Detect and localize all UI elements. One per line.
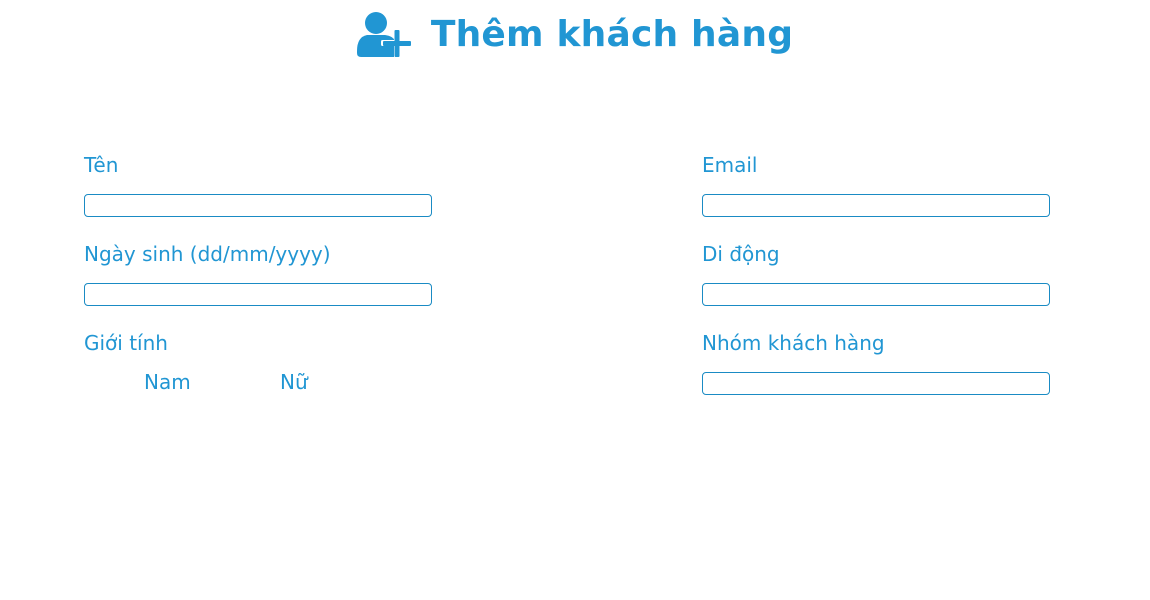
birthday-field[interactable]	[84, 283, 432, 306]
birthday-label: Ngày sinh (dd/mm/yyyy)	[84, 242, 331, 266]
customer-group-label: Nhóm khách hàng	[702, 331, 885, 355]
mobile-label: Di động	[702, 242, 780, 266]
user-plus-icon	[356, 12, 413, 57]
mobile-field[interactable]	[702, 283, 1050, 306]
page-title: Thêm khách hàng	[430, 13, 794, 55]
gender-option-male[interactable]: Nam	[144, 370, 191, 394]
gender-label: Giới tính	[84, 331, 168, 355]
name-label: Tên	[84, 153, 119, 177]
page-header: Thêm khách hàng	[0, 6, 1150, 62]
email-label: Email	[702, 153, 758, 177]
customer-group-field[interactable]	[702, 372, 1050, 395]
gender-option-female[interactable]: Nữ	[280, 370, 308, 394]
name-field[interactable]	[84, 194, 432, 217]
add-customer-page: Thêm khách hàng Tên Ngày sinh (dd/mm/yyy…	[0, 0, 1150, 600]
email-field[interactable]	[702, 194, 1050, 217]
